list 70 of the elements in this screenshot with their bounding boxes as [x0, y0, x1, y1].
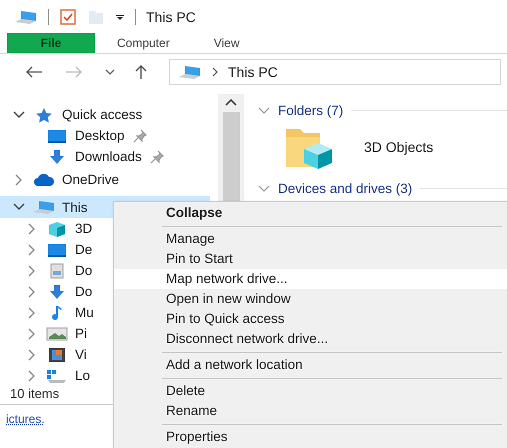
- ribbon-tab[interactable]: File: [7, 33, 95, 53]
- menu-item[interactable]: Delete: [114, 381, 507, 401]
- window-title: This PC: [146, 8, 196, 24]
- address-field[interactable]: This PC: [169, 59, 501, 85]
- chevron-right-icon[interactable]: [28, 222, 36, 234]
- tree-label: Lo: [75, 368, 90, 383]
- menu-item[interactable]: Manage: [114, 229, 507, 249]
- menu-item[interactable]: Pin to Quick access: [114, 309, 507, 329]
- tree-label: Pi: [75, 326, 88, 341]
- ribbon-tab[interactable]: Computer: [95, 33, 192, 53]
- computer-icon: [32, 199, 56, 215]
- monitor-icon: [47, 128, 67, 144]
- chevron-right-icon[interactable]: [28, 264, 36, 276]
- tree-item[interactable]: Quick access: [0, 104, 210, 125]
- chevron-right-icon: [212, 67, 218, 77]
- tree-label: Vi: [75, 347, 87, 362]
- menu-item[interactable]: Rename: [114, 401, 507, 421]
- star-icon: [34, 106, 54, 122]
- ribbon-tab[interactable]: View: [192, 33, 262, 53]
- tree-label: Desktop: [75, 128, 125, 143]
- monitor-icon: [47, 242, 67, 258]
- tree-item[interactable]: OneDrive: [0, 169, 210, 190]
- link-text[interactable]: ictures.: [6, 412, 45, 426]
- chevron-right-icon[interactable]: [28, 244, 36, 256]
- computer-icon: [178, 64, 202, 80]
- folder-name: 3D Objects: [364, 139, 434, 155]
- tree-item[interactable]: Desktop: [0, 125, 210, 146]
- chevron-right-icon[interactable]: [28, 370, 36, 382]
- tree-label: Do: [75, 263, 92, 278]
- menu-item[interactable]: Properties: [114, 427, 507, 447]
- chevron-right-icon[interactable]: [28, 348, 36, 360]
- tree-item[interactable]: Downloads: [0, 146, 210, 167]
- download-icon: [47, 284, 67, 300]
- tree-label: Do: [75, 284, 92, 299]
- picture-icon: [46, 326, 68, 342]
- cube-icon: [47, 220, 67, 236]
- tree-label: Downloads: [75, 149, 142, 164]
- forward-arrow-icon[interactable]: [65, 66, 83, 78]
- group-heading: Devices and drives (3): [278, 180, 412, 196]
- item-count: 10 items: [10, 386, 60, 401]
- tree-label: Quick access: [62, 107, 142, 122]
- menu-item[interactable]: Disconnect network drive...: [114, 329, 507, 349]
- drive-icon: [45, 368, 69, 384]
- dropdown-caret-icon[interactable]: [115, 12, 125, 20]
- menu-item[interactable]: Pin to Start: [114, 249, 507, 269]
- chevron-down-icon[interactable]: [105, 69, 115, 75]
- chevron-right-icon[interactable]: [28, 306, 36, 318]
- back-arrow-icon[interactable]: [25, 66, 43, 78]
- tree-label: Mu: [75, 305, 94, 320]
- chevron-right-icon[interactable]: [28, 286, 36, 298]
- chevron-right-icon[interactable]: [28, 328, 36, 340]
- tree-label: This: [62, 200, 88, 214]
- tree-label: De: [75, 242, 92, 257]
- menu-item[interactable]: Map network drive...: [114, 269, 507, 289]
- group-heading: Folders (7): [278, 102, 344, 118]
- tree-label: 3D: [75, 221, 92, 236]
- chevron-down-icon[interactable]: [13, 203, 25, 211]
- address-path: This PC: [228, 64, 278, 80]
- scroll-up-icon[interactable]: [225, 98, 237, 106]
- folder-tile[interactable]: 3D Objects: [258, 121, 507, 169]
- computer-icon: [14, 8, 38, 24]
- cloud-icon: [33, 172, 55, 188]
- up-arrow-icon[interactable]: [135, 64, 147, 80]
- tree-label: OneDrive: [62, 172, 120, 187]
- menu-item[interactable]: Add a network location: [114, 355, 507, 375]
- download-icon: [47, 148, 67, 164]
- film-icon: [47, 346, 67, 362]
- chevron-right-icon[interactable]: [15, 174, 23, 186]
- menu-item[interactable]: Open in new window: [114, 289, 507, 309]
- chevron-down-icon[interactable]: [13, 110, 25, 118]
